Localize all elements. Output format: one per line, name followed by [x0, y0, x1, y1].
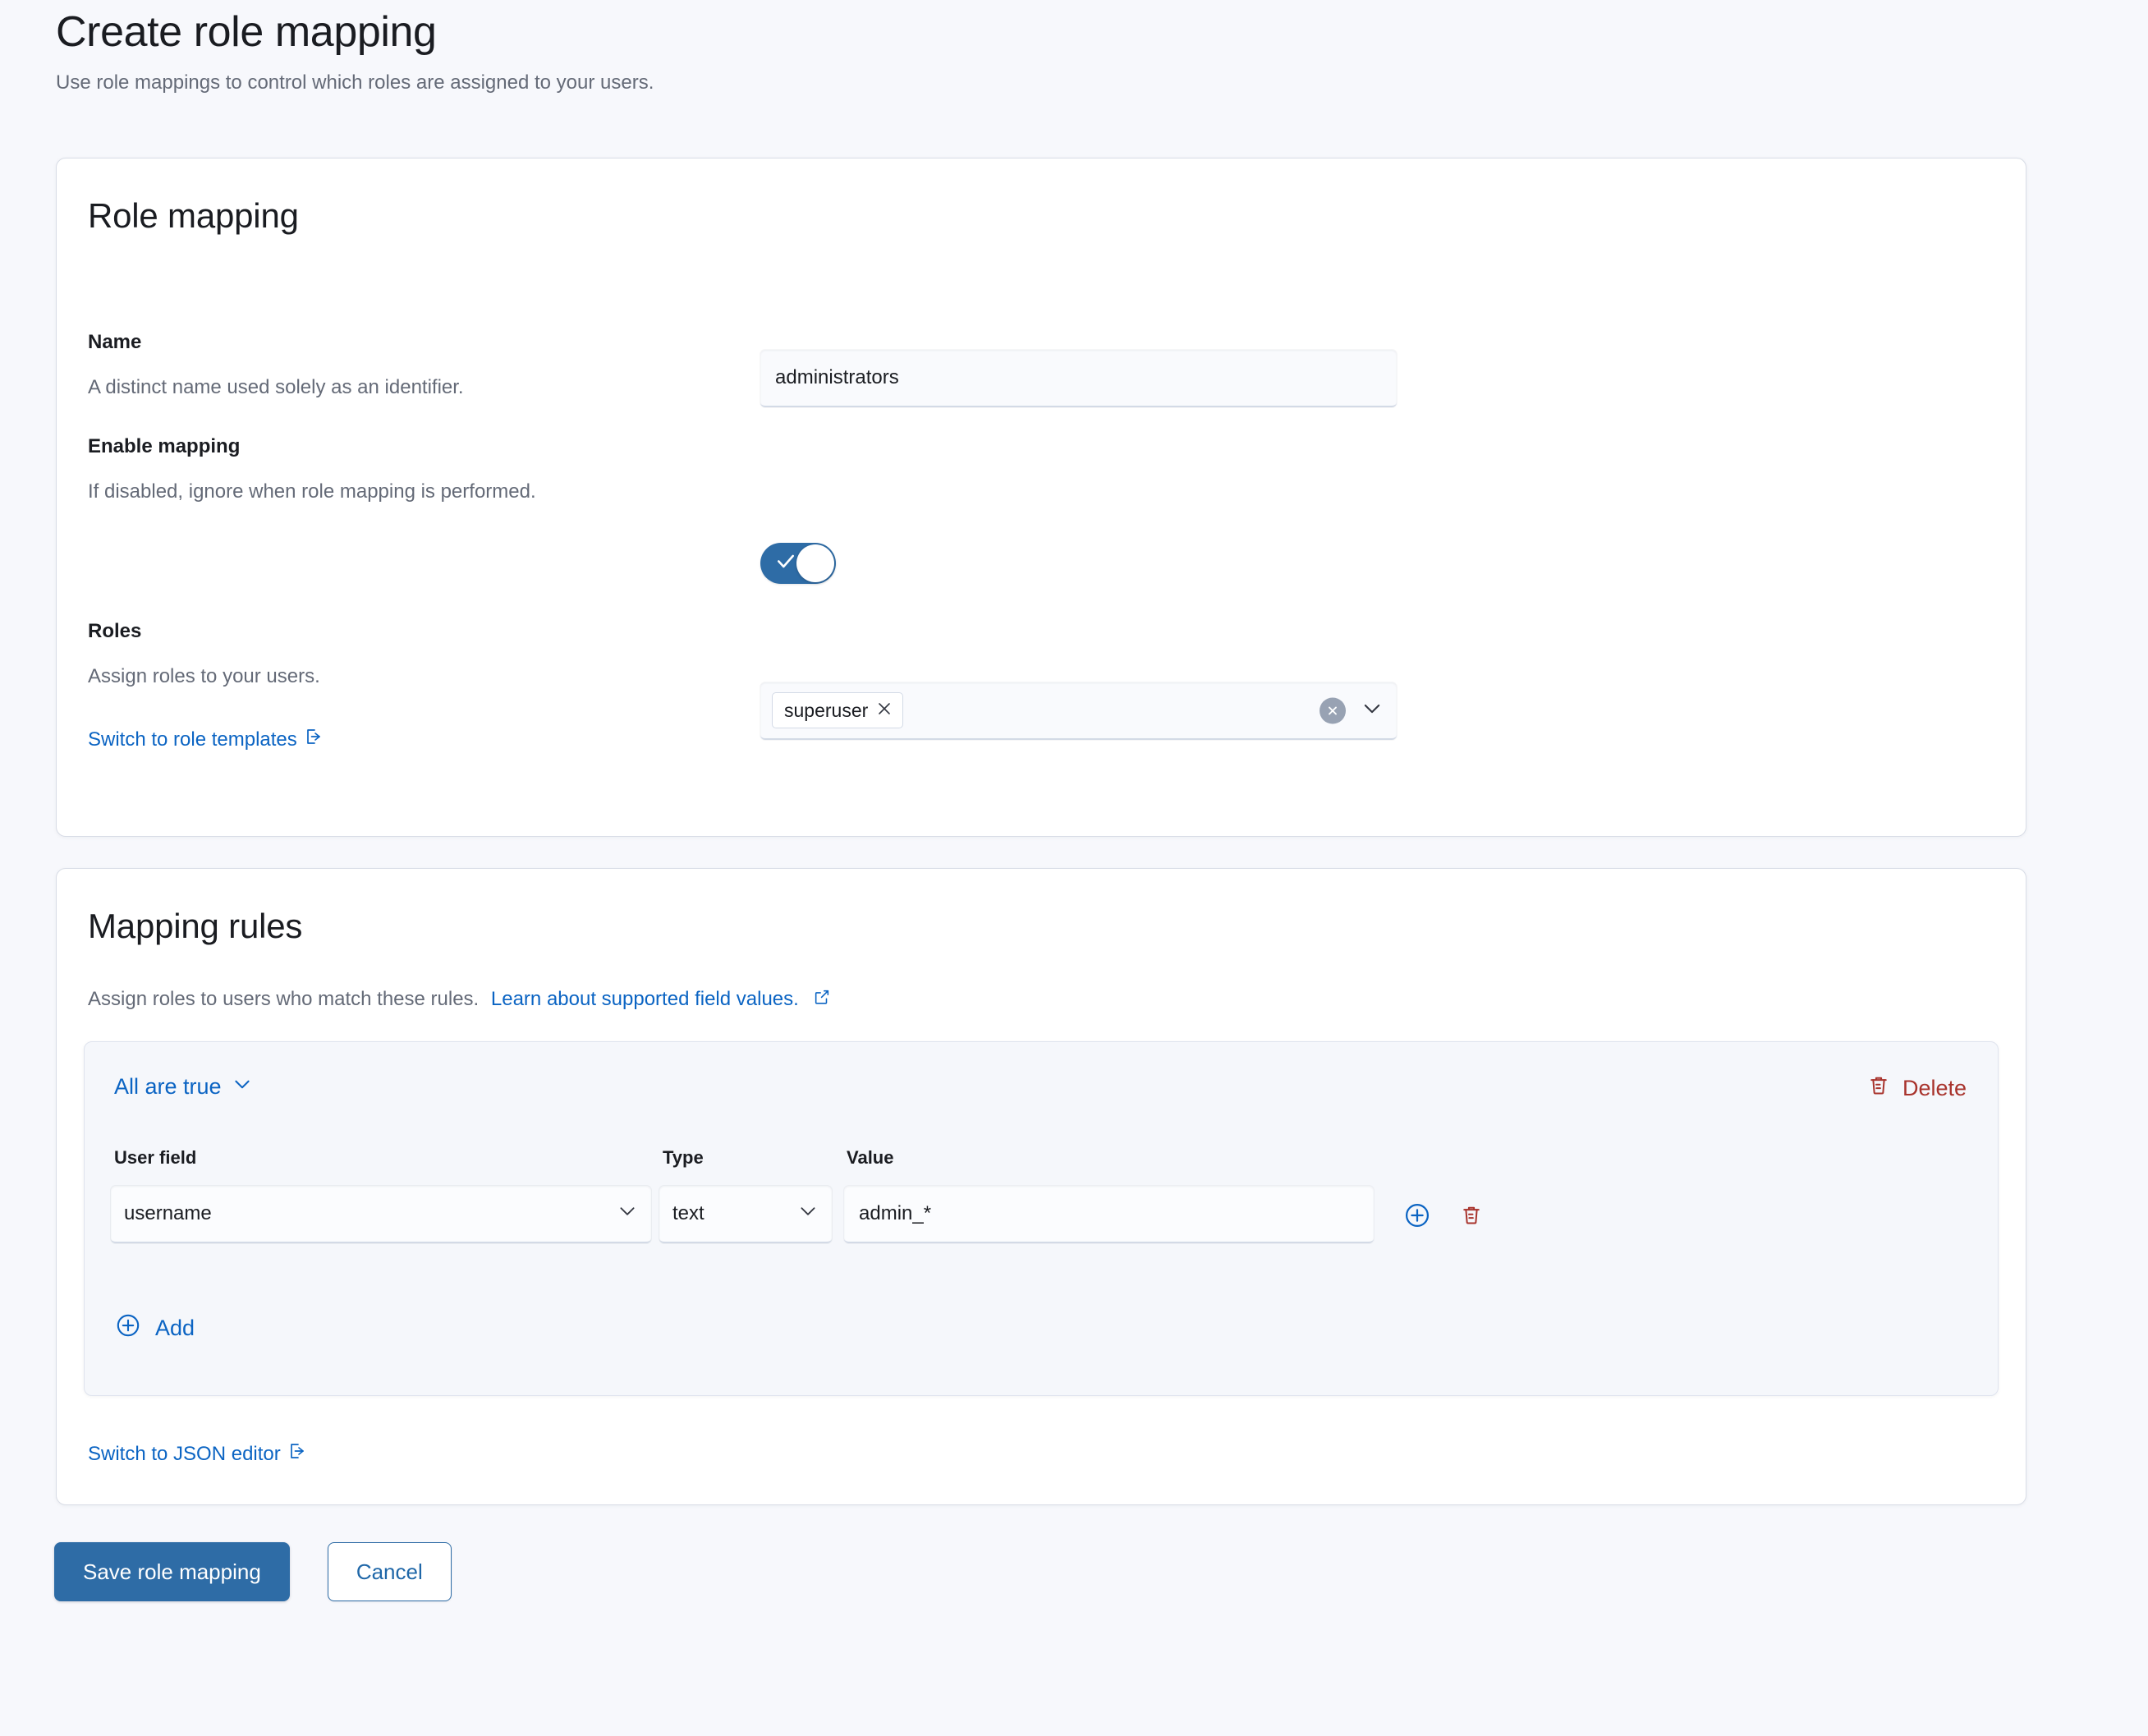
add-rule-inline-button[interactable] [1400, 1198, 1434, 1233]
enable-mapping-toggle-wrap [760, 543, 836, 584]
learn-link-label: Learn about supported field values. [490, 988, 799, 1010]
delete-rule-inline-button[interactable] [1454, 1198, 1489, 1233]
save-role-mapping-button[interactable]: Save role mapping [54, 1542, 290, 1601]
roles-combobox[interactable]: superuser [760, 682, 1397, 740]
switch-to-json-editor-link[interactable]: Switch to JSON editor [88, 1441, 307, 1467]
value-input-wrap [844, 1186, 1374, 1243]
add-rule-button[interactable]: Add [114, 1311, 195, 1345]
role-mapping-panel: Role mapping Name A distinct name used s… [56, 158, 2026, 837]
page-header: Create role mapping Use role mappings to… [56, 8, 654, 96]
rule-group-header: All are true Delete [85, 1042, 1998, 1132]
toggle-knob [796, 544, 834, 582]
roles-combo-wrap: superuser [760, 682, 1397, 740]
remove-role-icon[interactable] [876, 700, 893, 721]
learn-about-field-values-link[interactable]: Learn about supported field values. [491, 988, 805, 1010]
plus-circle-icon [114, 1311, 142, 1345]
chevron-down-icon-condition [232, 1073, 253, 1100]
chevron-down-icon-type [797, 1201, 819, 1228]
column-label-value: Value [847, 1147, 894, 1168]
external-link-icon [813, 988, 831, 1012]
mapping-rules-description: Assign roles to users who match these ru… [88, 988, 480, 1010]
all-are-true-dropdown[interactable]: All are true [114, 1073, 253, 1100]
combo-actions [1320, 697, 1384, 724]
name-input-wrap [760, 350, 1397, 407]
role-pill[interactable]: superuser [772, 692, 904, 728]
delete-group-button[interactable]: Delete [1866, 1073, 1967, 1104]
page-subtitle: Use role mappings to control which roles… [56, 71, 654, 94]
roles-field-row: Roles Assign roles to your users. [88, 618, 712, 691]
name-input[interactable] [760, 350, 1397, 407]
cancel-button[interactable]: Cancel [327, 1542, 452, 1601]
enable-mapping-help: If disabled, ignore when role mapping is… [88, 480, 536, 503]
enable-mapping-toggle[interactable] [760, 543, 836, 584]
chevron-down-icon-user-field [617, 1201, 638, 1228]
column-label-user-field: User field [114, 1147, 197, 1168]
column-label-type: Type [663, 1147, 704, 1168]
type-select-wrap: text [659, 1186, 832, 1243]
create-role-mapping-page: Create role mapping Use role mappings to… [0, 0, 2148, 1736]
mapping-rules-panel-title: Mapping rules [88, 907, 303, 945]
enable-mapping-row: Enable mapping If disabled, ignore when … [88, 434, 712, 506]
switch-to-json-editor-label: Switch to JSON editor [88, 1442, 281, 1465]
user-field-select-wrap: username [111, 1186, 651, 1243]
value-input[interactable] [844, 1186, 1374, 1243]
name-field-help: A distinct name used solely as an identi… [88, 376, 464, 399]
chevron-down-icon[interactable] [1361, 697, 1384, 724]
rule-group: All are true Delete User field Type Valu… [84, 1041, 1999, 1396]
name-field-row: Name A distinct name used solely as an i… [88, 329, 712, 402]
mapping-rules-description-wrap: Assign roles to users who match these ru… [88, 988, 831, 1012]
roles-field-help: Assign roles to your users. [88, 665, 320, 688]
type-select-value: text [672, 1202, 705, 1224]
all-are-true-label: All are true [114, 1074, 222, 1099]
role-pill-label: superuser [784, 699, 869, 721]
type-select[interactable]: text [659, 1186, 832, 1243]
enable-mapping-label: Enable mapping [88, 435, 241, 457]
user-field-select-value: username [124, 1202, 212, 1224]
check-icon [775, 551, 796, 576]
page-title: Create role mapping [56, 8, 437, 56]
footer-button-row: Save role mapping Cancel [54, 1542, 452, 1601]
switch-to-role-templates-label: Switch to role templates [88, 728, 297, 751]
switch-icon [304, 727, 324, 752]
switch-icon-json [287, 1441, 307, 1467]
switch-to-role-templates-link[interactable]: Switch to role templates [88, 727, 324, 752]
user-field-select[interactable]: username [111, 1186, 651, 1243]
name-field-label: Name [88, 331, 142, 353]
delete-group-label: Delete [1902, 1076, 1967, 1100]
role-mapping-panel-title: Role mapping [88, 196, 299, 235]
add-rule-label: Add [155, 1316, 195, 1340]
roles-field-label: Roles [88, 620, 142, 642]
trash-icon [1866, 1073, 1891, 1104]
clear-selection-icon[interactable] [1320, 697, 1346, 723]
